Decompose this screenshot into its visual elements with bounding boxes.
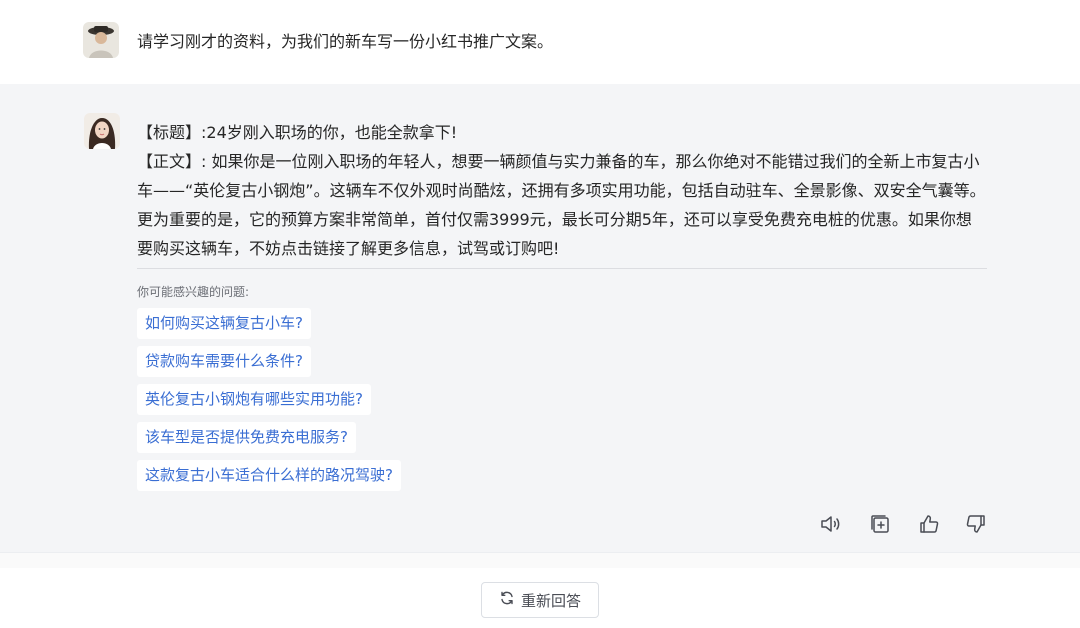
copy-icon[interactable] [868, 512, 892, 536]
divider [137, 268, 987, 269]
suggestion-item[interactable]: 这款复古小车适合什么样的路况驾驶? [137, 460, 401, 491]
answer-title-line: 【标题】:24岁刚入职场的你，也能全款拿下! [137, 123, 458, 142]
suggestions-title: 你可能感兴趣的问题: [137, 285, 250, 299]
footer-divider [0, 552, 1080, 568]
regenerate-button[interactable]: 重新回答 [481, 582, 599, 618]
user-message-row: 请学习刚才的资料，为我们的新车写一份小红书推广文案。 [0, 0, 1080, 84]
answer-content: 【标题】:24岁刚入职场的你，也能全款拿下! 【正文】: 如果你是一位刚入职场的… [137, 118, 987, 263]
suggestion-item[interactable]: 英伦复古小钢炮有哪些实用功能? [137, 384, 371, 415]
suggestion-item[interactable]: 如何购买这辆复古小车? [137, 308, 311, 339]
suggestion-item[interactable]: 该车型是否提供免费充电服务? [137, 422, 356, 453]
speaker-icon[interactable] [819, 512, 843, 536]
thumbs-up-icon[interactable] [917, 512, 941, 536]
user-avatar [83, 22, 119, 58]
assistant-avatar [84, 113, 120, 149]
refresh-icon [499, 590, 515, 610]
answer-body-paragraph: 【正文】: 如果你是一位刚入职场的年轻人，想要一辆颜值与实力兼备的车，那么你绝对… [137, 152, 986, 258]
suggestion-item[interactable]: 贷款购车需要什么条件? [137, 346, 311, 377]
user-message-text: 请学习刚才的资料，为我们的新车写一份小红书推广文案。 [137, 32, 554, 51]
thumbs-down-icon[interactable] [964, 512, 988, 536]
regenerate-label: 重新回答 [520, 591, 581, 610]
